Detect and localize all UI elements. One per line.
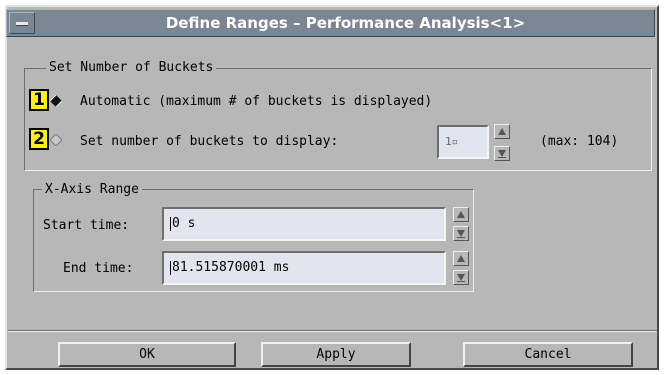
- arrow-down-icon: [457, 274, 465, 282]
- radio-automatic[interactable]: [50, 95, 62, 107]
- window-menu-button[interactable]: [9, 12, 35, 34]
- end-time-spinner: [453, 251, 469, 289]
- start-time-down-button[interactable]: [453, 226, 469, 241]
- window-menu-icon: [16, 22, 28, 26]
- xaxis-group-legend: X-Axis Range: [42, 181, 142, 199]
- text-cursor: [170, 260, 171, 275]
- end-time-down-button[interactable]: [453, 270, 469, 285]
- callout-badge-2: 2: [29, 128, 49, 150]
- arrow-up-icon: [498, 128, 506, 135]
- cancel-button[interactable]: Cancel: [463, 342, 633, 367]
- title-bar[interactable]: Define Ranges – Performance Analysis<1>: [6, 9, 655, 37]
- end-time-label: End time:: [63, 261, 134, 276]
- arrow-up-icon: [457, 255, 465, 262]
- start-time-label: Start time:: [43, 218, 130, 233]
- button-separator: [8, 330, 657, 332]
- window-title: Define Ranges – Performance Analysis<1>: [165, 14, 526, 32]
- text-cursor: [170, 216, 171, 231]
- start-time-spinner: [453, 207, 469, 245]
- ok-button[interactable]: OK: [58, 342, 236, 367]
- end-time-up-button[interactable]: [453, 251, 469, 266]
- buckets-up-button[interactable]: [494, 124, 510, 139]
- buckets-group-legend: Set Number of Buckets: [46, 59, 217, 77]
- apply-button[interactable]: Apply: [261, 342, 411, 367]
- arrow-down-icon: [457, 230, 465, 238]
- buckets-count-value: 1▫: [445, 135, 459, 148]
- buckets-max-label: (max: 104): [540, 134, 619, 149]
- buckets-down-button[interactable]: [494, 146, 510, 161]
- end-time-value: 81.515870001 ms: [172, 260, 290, 275]
- buckets-group: [24, 68, 652, 171]
- arrow-up-icon: [457, 211, 465, 218]
- radio-set-buckets-label[interactable]: Set number of buckets to display:: [80, 133, 338, 151]
- buckets-spinner: [494, 124, 510, 165]
- start-time-value: 0 s: [172, 216, 196, 231]
- start-time-up-button[interactable]: [453, 207, 469, 222]
- buckets-count-input[interactable]: 1▫: [437, 125, 489, 159]
- end-time-input[interactable]: 81.515870001 ms: [162, 251, 446, 285]
- start-time-input[interactable]: 0 s: [162, 207, 446, 241]
- radio-automatic-label[interactable]: Automatic (maximum # of buckets is displ…: [80, 93, 432, 111]
- callout-badge-1: 1: [29, 89, 49, 111]
- radio-set-buckets[interactable]: [50, 134, 62, 146]
- arrow-down-icon: [498, 150, 506, 158]
